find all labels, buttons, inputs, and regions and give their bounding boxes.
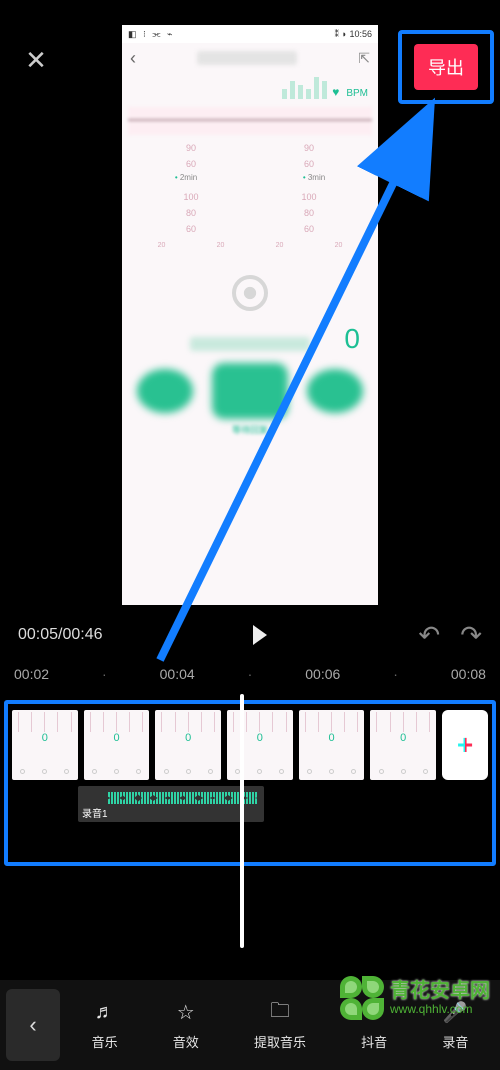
watermark-logo-icon bbox=[340, 976, 384, 1020]
bpm-row: ♥ BPM bbox=[122, 73, 378, 103]
video-preview[interactable]: ◧ ⁝ ⫘ ⌁ ⁑ ◗ 10:56 ‹ ⇱ ♥ BPM 90 60 90 60 … bbox=[122, 25, 378, 605]
ruler-tick: 00:08 bbox=[451, 666, 486, 682]
music-note-icon: ♬ bbox=[92, 1000, 118, 1026]
audio-clip-label: 录音1 bbox=[82, 805, 108, 820]
clip-zero-label: 0 bbox=[299, 732, 365, 744]
timecode: 00:05/00:46 bbox=[18, 626, 103, 644]
redo-button[interactable]: ↷ bbox=[460, 620, 482, 651]
time-mark: 2min bbox=[175, 173, 197, 182]
play-icon bbox=[253, 625, 267, 645]
star-icon: ☆ bbox=[173, 1000, 199, 1026]
bpm-bar bbox=[298, 85, 303, 99]
toolbar-label: 音效 bbox=[173, 1032, 199, 1051]
toolbar-sound-effect[interactable]: ☆ 音效 bbox=[173, 1000, 199, 1051]
preview-scale-row: 90 60 90 60 bbox=[122, 139, 378, 169]
video-clip[interactable]: 0 bbox=[155, 710, 221, 780]
back-chevron-icon: ‹ bbox=[130, 48, 136, 69]
watermark-text: 青花安卓网 www.qhhlv.com bbox=[390, 980, 490, 1017]
toolbar-back-button[interactable]: ‹ bbox=[6, 989, 60, 1061]
clip-zero-label: 0 bbox=[12, 732, 78, 744]
folder-icon: 🗀 bbox=[267, 1000, 293, 1026]
clip-zero-label: 0 bbox=[227, 732, 293, 744]
ruler-dot: · bbox=[393, 666, 398, 682]
preview-statusbar: ◧ ⁝ ⫘ ⌁ ⁑ ◗ 10:56 bbox=[122, 25, 378, 43]
preview-blob-caption: 等待回复 bbox=[122, 423, 378, 436]
close-icon: ✕ bbox=[25, 45, 47, 76]
plus-icon: + bbox=[457, 729, 473, 761]
bpm-bar bbox=[314, 77, 319, 99]
toolbar-label: 录音 bbox=[442, 1032, 468, 1051]
total-time: 00:46 bbox=[63, 626, 103, 643]
watermark: 青花安卓网 www.qhhlv.com bbox=[340, 976, 490, 1020]
scale-col: 90 60 bbox=[186, 143, 196, 169]
bpm-bar bbox=[322, 81, 327, 99]
ruler-dot: · bbox=[102, 666, 107, 682]
status-left-icons: ◧ ⁝ ⫘ ⌁ bbox=[128, 29, 174, 40]
scale-col: 100 80 60 bbox=[301, 192, 316, 234]
clip-zero-label: 0 bbox=[370, 732, 436, 744]
preview-header: ‹ ⇱ bbox=[122, 43, 378, 73]
transport-row: 00:05/00:46 ↶ ↷ bbox=[0, 618, 500, 652]
video-clip[interactable]: 0 bbox=[299, 710, 365, 780]
preview-blurred-title bbox=[197, 51, 297, 65]
audio-clip[interactable]: 录音1 bbox=[78, 786, 264, 822]
toolbar-label: 音乐 bbox=[92, 1032, 118, 1051]
record-circle-icon bbox=[232, 275, 268, 311]
video-clip[interactable]: 0 bbox=[370, 710, 436, 780]
share-icon: ⇱ bbox=[358, 50, 370, 67]
preview-blob-row bbox=[122, 351, 378, 423]
playhead[interactable] bbox=[240, 694, 244, 948]
close-button[interactable]: ✕ bbox=[16, 40, 56, 80]
status-time: 10:56 bbox=[349, 29, 372, 39]
add-clip-button[interactable]: + bbox=[442, 710, 488, 780]
watermark-title: 青花安卓网 bbox=[390, 980, 490, 1003]
video-clip[interactable]: 0 bbox=[84, 710, 150, 780]
watermark-subtitle: www.qhhlv.com bbox=[390, 1003, 490, 1017]
bpm-bar bbox=[290, 81, 295, 99]
preview-blob-icon bbox=[212, 363, 288, 419]
preview-large-zero: 0 bbox=[344, 323, 360, 355]
toolbar-extract-music[interactable]: 🗀 提取音乐 bbox=[254, 1000, 306, 1051]
bpm-bar bbox=[306, 89, 311, 99]
preview-scale-row-2: 100 80 60 100 80 60 bbox=[122, 186, 378, 236]
undo-button[interactable]: ↶ bbox=[418, 620, 440, 651]
time-mark: 3min bbox=[303, 173, 325, 182]
ruler-tick: 00:06 bbox=[305, 666, 340, 682]
preview-blob-icon bbox=[137, 369, 193, 413]
current-time: 00:05 bbox=[18, 626, 58, 643]
chevron-left-icon: ‹ bbox=[29, 1012, 36, 1038]
undo-redo-group: ↶ ↷ bbox=[418, 620, 482, 651]
ruler-tick: 00:04 bbox=[160, 666, 195, 682]
toolbar-music[interactable]: ♬ 音乐 bbox=[92, 1000, 118, 1051]
bpm-label: BPM bbox=[346, 88, 368, 99]
preview-graph-strip bbox=[128, 107, 372, 135]
export-highlight-box: 导出 bbox=[398, 30, 494, 104]
timeline-ruler[interactable]: 00:02 · 00:04 · 00:06 · 00:08 bbox=[0, 666, 500, 690]
preview-time-marks: 2min 3min bbox=[122, 169, 378, 186]
preview-blur-strip bbox=[190, 337, 310, 351]
ruler-tick: 00:02 bbox=[14, 666, 49, 682]
video-clip[interactable]: 0 bbox=[227, 710, 293, 780]
video-clip[interactable]: 0 bbox=[12, 710, 78, 780]
ruler-dot: · bbox=[248, 666, 253, 682]
clip-zero-label: 0 bbox=[84, 732, 150, 744]
scale-col: 90 60 bbox=[304, 143, 314, 169]
status-right: ⁑ ◗ 10:56 bbox=[335, 29, 372, 40]
play-button[interactable] bbox=[243, 618, 277, 652]
toolbar-label: 提取音乐 bbox=[254, 1032, 306, 1051]
preview-blob-icon bbox=[307, 369, 363, 413]
preview-minitick-row: 20 20 20 20 bbox=[122, 236, 378, 255]
video-track[interactable]: 0 0 0 0 0 0 + bbox=[12, 710, 488, 780]
clip-zero-label: 0 bbox=[155, 732, 221, 744]
preview-record-row bbox=[122, 255, 378, 337]
scale-col: 100 80 60 bbox=[183, 192, 198, 234]
bpm-bar bbox=[282, 89, 287, 99]
tracks-highlight-box: 0 0 0 0 0 0 + bbox=[4, 700, 496, 866]
toolbar-label: 抖音 bbox=[361, 1032, 387, 1051]
heart-icon: ♥ bbox=[332, 85, 339, 99]
export-button[interactable]: 导出 bbox=[414, 44, 478, 90]
